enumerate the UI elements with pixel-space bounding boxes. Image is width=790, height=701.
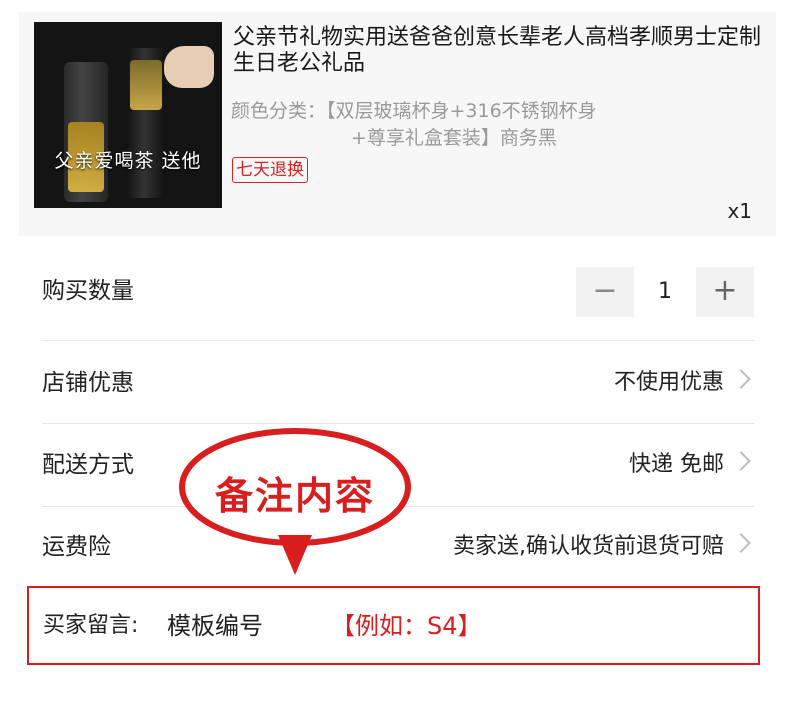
- shop-discount-row[interactable]: 店铺优惠 不使用优惠: [42, 342, 754, 424]
- hand-illustration: [164, 46, 214, 88]
- delivery-label: 配送方式: [42, 452, 134, 478]
- product-variant: 颜色分类：【双层玻璃杯身+316不锈钢杯身 +尊享礼盒套装】商务黑: [231, 98, 701, 152]
- minus-icon[interactable]: −: [576, 267, 634, 317]
- buyer-note-hint: 【例如：S4】: [331, 612, 482, 640]
- quantity-stepper[interactable]: − 1 +: [576, 267, 754, 317]
- buyer-note-input[interactable]: 模板编号: [167, 588, 263, 664]
- buyer-note-label: 买家留言:: [43, 613, 139, 638]
- bottle-illustration: [126, 48, 166, 198]
- variant-line-2: +尊享礼盒套装】商务黑: [351, 127, 557, 149]
- image-caption: 父亲爱喝茶 送他: [54, 150, 202, 172]
- callout-text: 备注内容: [214, 474, 375, 518]
- product-title[interactable]: 父亲节礼物实用送爸爸创意长辈老人高档孝顺男士定制生日老公礼品: [233, 25, 763, 77]
- product-image[interactable]: 父亲爱喝茶 送他: [34, 22, 222, 208]
- note-callout: 备注内容: [176, 425, 414, 575]
- shipping-insurance-label: 运费险: [42, 534, 111, 560]
- shop-discount-value[interactable]: 不使用优惠: [614, 342, 724, 424]
- shop-discount-label: 店铺优惠: [42, 370, 134, 396]
- item-quantity: x1: [727, 199, 752, 223]
- variant-line-1: 颜色分类：【双层玻璃杯身+316不锈钢杯身: [231, 100, 597, 122]
- return-policy-badge: 七天退换: [232, 157, 308, 183]
- quantity-row: 购买数量 − 1 +: [42, 250, 754, 332]
- chevron-right-icon[interactable]: [731, 451, 751, 471]
- delivery-value[interactable]: 快递 免邮: [629, 424, 724, 506]
- quantity-label: 购买数量: [42, 278, 134, 304]
- chevron-right-icon[interactable]: [731, 369, 751, 389]
- product-card[interactable]: 父亲爱喝茶 送他 父亲节礼物实用送爸爸创意长辈老人高档孝顺男士定制生日老公礼品 …: [19, 12, 776, 236]
- bottle-illustration: [64, 62, 108, 202]
- buyer-note-field[interactable]: 买家留言: 模板编号 【例如：S4】: [27, 586, 760, 665]
- divider: [42, 340, 754, 341]
- chevron-right-icon[interactable]: [731, 533, 751, 553]
- shipping-insurance-value[interactable]: 卖家送,确认收货前退货可赔: [453, 506, 724, 588]
- plus-icon[interactable]: +: [696, 267, 754, 317]
- quantity-value[interactable]: 1: [634, 267, 696, 317]
